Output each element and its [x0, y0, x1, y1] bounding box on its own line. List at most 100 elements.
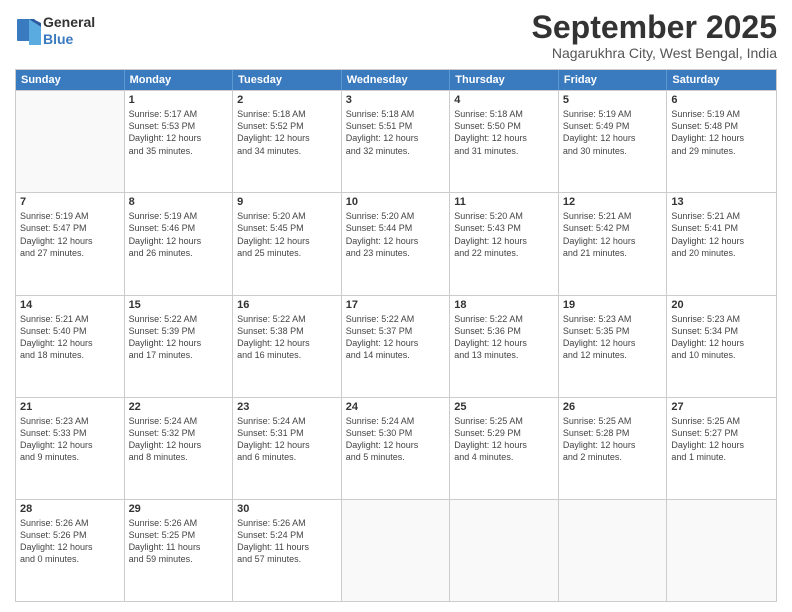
cal-cell: 26 Sunrise: 5:25 AM Sunset: 5:28 PM Dayli… [559, 398, 668, 499]
header-wednesday: Wednesday [342, 70, 451, 90]
header-monday: Monday [125, 70, 234, 90]
day-info: Sunrise: 5:18 AM Sunset: 5:51 PM Dayligh… [346, 108, 446, 157]
day-info: Sunrise: 5:19 AM Sunset: 5:46 PM Dayligh… [129, 210, 229, 259]
day-info: Sunrise: 5:20 AM Sunset: 5:43 PM Dayligh… [454, 210, 554, 259]
logo-line2: Blue [43, 31, 95, 48]
day-number: 22 [129, 401, 229, 413]
cal-cell: 30 Sunrise: 5:26 AM Sunset: 5:24 PM Dayli… [233, 500, 342, 601]
title-block: September 2025 Nagarukhra City, West Ben… [532, 10, 777, 61]
day-info: Sunrise: 5:17 AM Sunset: 5:53 PM Dayligh… [129, 108, 229, 157]
cal-cell: 13 Sunrise: 5:21 AM Sunset: 5:41 PM Dayli… [667, 193, 776, 294]
day-number: 1 [129, 94, 229, 106]
day-number: 28 [20, 503, 120, 515]
day-number: 21 [20, 401, 120, 413]
day-info: Sunrise: 5:22 AM Sunset: 5:39 PM Dayligh… [129, 313, 229, 362]
header-thursday: Thursday [450, 70, 559, 90]
logo-icon [15, 17, 39, 45]
cal-row-4: 21Sunrise: 5:23 AM Sunset: 5:33 PM Dayli… [16, 397, 776, 499]
day-number: 15 [129, 299, 229, 311]
day-info: Sunrise: 5:25 AM Sunset: 5:29 PM Dayligh… [454, 415, 554, 464]
day-info: Sunrise: 5:23 AM Sunset: 5:34 PM Dayligh… [671, 313, 772, 362]
logo-text: General Blue [43, 14, 95, 48]
day-number: 30 [237, 503, 337, 515]
cal-cell: 24 Sunrise: 5:24 AM Sunset: 5:30 PM Dayli… [342, 398, 451, 499]
cal-cell: 17Sunrise: 5:22 AM Sunset: 5:37 PM Dayli… [342, 296, 451, 397]
day-info: Sunrise: 5:18 AM Sunset: 5:50 PM Dayligh… [454, 108, 554, 157]
day-number: 5 [563, 94, 663, 106]
logo: General Blue [15, 14, 95, 48]
cal-cell: 12 Sunrise: 5:21 AM Sunset: 5:42 PM Dayli… [559, 193, 668, 294]
header: General Blue September 2025 Nagarukhra C… [15, 10, 777, 61]
day-info: Sunrise: 5:23 AM Sunset: 5:35 PM Dayligh… [563, 313, 663, 362]
cal-cell: 11 Sunrise: 5:20 AM Sunset: 5:43 PM Dayli… [450, 193, 559, 294]
month-title: September 2025 [532, 10, 777, 45]
day-number: 2 [237, 94, 337, 106]
calendar-body: 1 Sunrise: 5:17 AM Sunset: 5:53 PM Daylig… [16, 90, 776, 601]
day-info: Sunrise: 5:18 AM Sunset: 5:52 PM Dayligh… [237, 108, 337, 157]
day-number: 11 [454, 196, 554, 208]
cal-cell: 9 Sunrise: 5:20 AM Sunset: 5:45 PM Daylig… [233, 193, 342, 294]
cal-cell: 19Sunrise: 5:23 AM Sunset: 5:35 PM Dayli… [559, 296, 668, 397]
day-info: Sunrise: 5:21 AM Sunset: 5:42 PM Dayligh… [563, 210, 663, 259]
cal-cell: 6 Sunrise: 5:19 AM Sunset: 5:48 PM Daylig… [667, 91, 776, 192]
cal-cell: 28 Sunrise: 5:26 AM Sunset: 5:26 PM Dayli… [16, 500, 125, 601]
cal-row-3: 14 Sunrise: 5:21 AM Sunset: 5:40 PM Dayli… [16, 295, 776, 397]
cal-cell: 7Sunrise: 5:19 AM Sunset: 5:47 PM Daylig… [16, 193, 125, 294]
day-info: Sunrise: 5:20 AM Sunset: 5:44 PM Dayligh… [346, 210, 446, 259]
day-info: Sunrise: 5:21 AM Sunset: 5:41 PM Dayligh… [671, 210, 772, 259]
day-number: 12 [563, 196, 663, 208]
day-number: 9 [237, 196, 337, 208]
cal-row-1: 1 Sunrise: 5:17 AM Sunset: 5:53 PM Daylig… [16, 90, 776, 192]
day-info: Sunrise: 5:19 AM Sunset: 5:48 PM Dayligh… [671, 108, 772, 157]
day-info: Sunrise: 5:24 AM Sunset: 5:30 PM Dayligh… [346, 415, 446, 464]
day-number: 3 [346, 94, 446, 106]
day-number: 4 [454, 94, 554, 106]
cal-cell: 14 Sunrise: 5:21 AM Sunset: 5:40 PM Dayli… [16, 296, 125, 397]
cal-cell [16, 91, 125, 192]
day-number: 8 [129, 196, 229, 208]
logo-line1: General [43, 14, 95, 31]
day-info: Sunrise: 5:22 AM Sunset: 5:37 PM Dayligh… [346, 313, 446, 362]
day-info: Sunrise: 5:22 AM Sunset: 5:36 PM Dayligh… [454, 313, 554, 362]
day-info: Sunrise: 5:21 AM Sunset: 5:40 PM Dayligh… [20, 313, 120, 362]
day-number: 13 [671, 196, 772, 208]
day-info: Sunrise: 5:22 AM Sunset: 5:38 PM Dayligh… [237, 313, 337, 362]
cal-cell: 20 Sunrise: 5:23 AM Sunset: 5:34 PM Dayli… [667, 296, 776, 397]
header-sunday: Sunday [16, 70, 125, 90]
day-number: 14 [20, 299, 120, 311]
page: General Blue September 2025 Nagarukhra C… [0, 0, 792, 612]
day-number: 20 [671, 299, 772, 311]
cal-cell: 15 Sunrise: 5:22 AM Sunset: 5:39 PM Dayli… [125, 296, 234, 397]
day-info: Sunrise: 5:26 AM Sunset: 5:24 PM Dayligh… [237, 517, 337, 566]
cal-cell: 18 Sunrise: 5:22 AM Sunset: 5:36 PM Dayli… [450, 296, 559, 397]
day-info: Sunrise: 5:25 AM Sunset: 5:28 PM Dayligh… [563, 415, 663, 464]
cal-cell: 5Sunrise: 5:19 AM Sunset: 5:49 PM Daylig… [559, 91, 668, 192]
day-number: 18 [454, 299, 554, 311]
day-number: 24 [346, 401, 446, 413]
cal-cell [450, 500, 559, 601]
day-info: Sunrise: 5:24 AM Sunset: 5:32 PM Dayligh… [129, 415, 229, 464]
day-number: 23 [237, 401, 337, 413]
cal-cell: 25Sunrise: 5:25 AM Sunset: 5:29 PM Dayli… [450, 398, 559, 499]
cal-cell: 1 Sunrise: 5:17 AM Sunset: 5:53 PM Daylig… [125, 91, 234, 192]
cal-cell [342, 500, 451, 601]
cal-row-2: 7Sunrise: 5:19 AM Sunset: 5:47 PM Daylig… [16, 192, 776, 294]
location: Nagarukhra City, West Bengal, India [532, 45, 777, 61]
day-number: 16 [237, 299, 337, 311]
cal-cell: 4 Sunrise: 5:18 AM Sunset: 5:50 PM Daylig… [450, 91, 559, 192]
day-number: 6 [671, 94, 772, 106]
cal-cell: 3 Sunrise: 5:18 AM Sunset: 5:51 PM Daylig… [342, 91, 451, 192]
cal-cell: 22 Sunrise: 5:24 AM Sunset: 5:32 PM Dayli… [125, 398, 234, 499]
cal-cell: 21Sunrise: 5:23 AM Sunset: 5:33 PM Dayli… [16, 398, 125, 499]
header-friday: Friday [559, 70, 668, 90]
cal-cell [559, 500, 668, 601]
day-number: 26 [563, 401, 663, 413]
day-info: Sunrise: 5:20 AM Sunset: 5:45 PM Dayligh… [237, 210, 337, 259]
cal-cell: 2 Sunrise: 5:18 AM Sunset: 5:52 PM Daylig… [233, 91, 342, 192]
cal-cell: 27Sunrise: 5:25 AM Sunset: 5:27 PM Dayli… [667, 398, 776, 499]
day-info: Sunrise: 5:24 AM Sunset: 5:31 PM Dayligh… [237, 415, 337, 464]
cal-cell: 29Sunrise: 5:26 AM Sunset: 5:25 PM Dayli… [125, 500, 234, 601]
day-info: Sunrise: 5:26 AM Sunset: 5:26 PM Dayligh… [20, 517, 120, 566]
day-info: Sunrise: 5:25 AM Sunset: 5:27 PM Dayligh… [671, 415, 772, 464]
header-saturday: Saturday [667, 70, 776, 90]
